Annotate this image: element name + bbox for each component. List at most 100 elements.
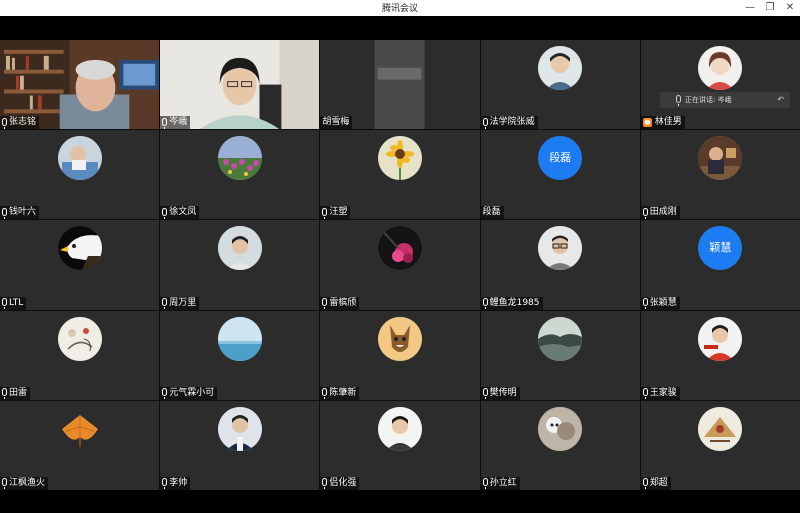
participant-tile[interactable]: 段磊 段磊 xyxy=(480,130,640,220)
mic-icon xyxy=(162,117,168,129)
avatar xyxy=(377,406,422,451)
participant-tile[interactable]: 周万里 xyxy=(160,220,320,310)
avatar xyxy=(538,46,583,90)
participant-tile[interactable]: 颖慧 张颖慧 xyxy=(640,220,800,310)
name-label: 郑超 xyxy=(640,476,671,490)
mic-icon xyxy=(2,298,7,310)
name-label: 张志铭 xyxy=(0,116,40,130)
name-label: 鲤鱼龙1985 xyxy=(480,296,543,310)
name-label: 元气霖小可 xyxy=(160,386,218,400)
mic-icon xyxy=(642,298,648,310)
avatar xyxy=(217,136,262,181)
mic-icon xyxy=(162,298,168,310)
participant-tile[interactable]: 汪塑 xyxy=(320,130,480,220)
avatar xyxy=(698,136,743,181)
participant-tile[interactable]: 元气霖小可 xyxy=(160,310,320,400)
name-label: 胡雪梅 xyxy=(320,116,353,130)
name-label: ● 林佳男 xyxy=(640,116,685,130)
participant-tile[interactable]: 法学院张威 xyxy=(480,40,640,130)
minimize-icon[interactable]: — xyxy=(740,0,760,16)
bottom-spacer xyxy=(0,490,800,513)
mic-icon xyxy=(482,478,488,490)
host-badge-icon: ● xyxy=(642,118,652,128)
participant-tile[interactable]: 岑峨 xyxy=(160,40,320,130)
mic-icon xyxy=(642,207,648,219)
avatar xyxy=(698,46,743,90)
mic-icon xyxy=(2,207,7,219)
name-label: 周万里 xyxy=(160,296,200,310)
name-label: 汪塑 xyxy=(320,206,351,220)
name-label: 孙立红 xyxy=(480,476,520,490)
mic-icon xyxy=(322,388,328,400)
avatar xyxy=(538,406,583,451)
name-label: 李帅 xyxy=(160,476,191,490)
participant-tile[interactable]: 田雷 xyxy=(0,310,160,400)
name-label: 王家骏 xyxy=(640,386,680,400)
name-label: 江枫渔火 xyxy=(0,476,49,490)
participant-tile[interactable]: 孙立红 xyxy=(480,400,640,490)
avatar xyxy=(377,136,422,181)
participant-tile[interactable]: 李帅 xyxy=(160,400,320,490)
avatar xyxy=(698,316,743,361)
name-label: 樊传明 xyxy=(480,386,520,400)
participant-tile[interactable]: 张志铭 xyxy=(0,40,160,130)
participant-tile[interactable]: 正在讲话: 岑峨 ↶ ● 林佳男 xyxy=(640,40,800,130)
mic-icon xyxy=(322,207,328,219)
window-controls: — ❐ ✕ xyxy=(740,0,800,16)
participant-tile[interactable]: 陈肇新 xyxy=(320,310,480,400)
name-label: 钱叶六 xyxy=(0,206,40,220)
participant-tile[interactable]: 胡雪梅 xyxy=(320,40,480,130)
participant-tile[interactable]: LTL xyxy=(0,220,160,310)
participant-tile[interactable]: 田成刚 xyxy=(640,130,800,220)
top-spacer xyxy=(0,16,800,40)
participant-tile[interactable]: 侣化强 xyxy=(320,400,480,490)
avatar xyxy=(57,226,102,271)
mic-icon xyxy=(162,388,168,400)
title-bar: 腾讯会议 — ❐ ✕ xyxy=(0,0,800,16)
participant-tile[interactable]: 钱叶六 xyxy=(0,130,160,220)
avatar xyxy=(57,136,102,181)
avatar xyxy=(538,316,583,361)
name-label: 田雷 xyxy=(0,386,31,400)
participant-tile[interactable]: 樊传明 xyxy=(480,310,640,400)
speaking-indicator: 正在讲话: 岑峨 ↶ xyxy=(659,92,790,108)
participant-grid: 张志铭 岑峨 胡雪梅 法学院张威 正在讲话: 岑峨 ↶ ● 林佳男 钱叶六 徐文… xyxy=(0,40,800,490)
mic-icon xyxy=(2,388,7,400)
mic-icon xyxy=(642,388,648,400)
name-label: LTL xyxy=(0,296,27,310)
participant-tile[interactable]: 江枫渔火 xyxy=(0,400,160,490)
mic-icon xyxy=(162,478,168,490)
name-label: 张颖慧 xyxy=(640,296,680,310)
avatar xyxy=(217,406,262,451)
avatar xyxy=(57,406,102,451)
avatar xyxy=(377,316,422,361)
mic-icon xyxy=(162,207,168,219)
name-label: 田成刚 xyxy=(640,206,680,220)
avatar xyxy=(538,226,583,271)
mic-icon xyxy=(2,117,7,129)
mic-icon xyxy=(482,117,488,129)
name-label: 段磊 xyxy=(480,206,504,220)
mic-icon xyxy=(482,388,488,400)
participant-tile[interactable]: 徐文凤 xyxy=(160,130,320,220)
avatar xyxy=(217,226,262,271)
participant-tile[interactable]: 雷槟颀 xyxy=(320,220,480,310)
participant-tile[interactable]: 王家骏 xyxy=(640,310,800,400)
participant-tile[interactable]: 鲤鱼龙1985 xyxy=(480,220,640,310)
avatar xyxy=(698,406,743,451)
mic-icon xyxy=(642,478,648,490)
restore-icon[interactable]: ❐ xyxy=(760,0,780,16)
name-label: 徐文凤 xyxy=(160,206,200,220)
avatar xyxy=(217,316,262,361)
close-icon[interactable]: ✕ xyxy=(780,0,800,16)
participant-tile[interactable]: 郑超 xyxy=(640,400,800,490)
name-label: 陈肇新 xyxy=(320,386,360,400)
name-label: 雷槟颀 xyxy=(320,296,360,310)
name-label: 岑峨 xyxy=(160,116,191,130)
mic-icon xyxy=(482,298,488,310)
avatar xyxy=(377,226,422,271)
avatar-initials: 颖慧 xyxy=(698,226,743,271)
mic-icon xyxy=(322,478,328,490)
avatar xyxy=(57,316,102,361)
collapse-arrow-icon[interactable]: ↶ xyxy=(777,95,784,104)
